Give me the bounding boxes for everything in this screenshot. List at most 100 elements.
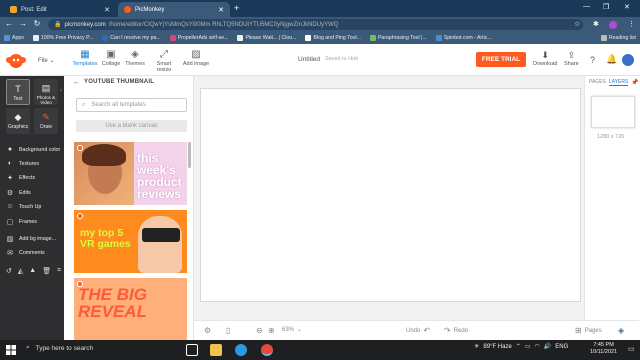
tab-layers[interactable]: LAYERS [609,79,629,86]
photos-video-tool-button[interactable]: ▤ Photos & Video [34,79,58,105]
forward-icon[interactable]: → [17,19,29,28]
nav-themes[interactable]: ◈ Themes [122,49,148,67]
bookmark-item[interactable]: Paraphrasing Tool |... [369,35,427,41]
browser-tab-post-edit[interactable]: Post: Edit ✕ [4,2,116,17]
chrome-icon[interactable] [261,344,273,356]
blank-canvas-button[interactable]: Use a blank canvas [76,120,187,132]
design-canvas[interactable] [200,88,581,302]
layers-stack-icon[interactable]: ◈ [618,326,624,335]
profile-avatar[interactable] [609,21,617,29]
draw-tool-button[interactable]: ✎ Draw [34,108,58,134]
edge-icon[interactable] [235,344,247,356]
delete-icon[interactable]: 🗑 [42,267,51,275]
bookmark-item[interactable]: PropellerAds self-se... [169,35,228,41]
sidebar-item-background-color[interactable]: ● Background color [6,146,60,153]
redo-button[interactable]: ↷ Redo [444,326,468,335]
pages-button[interactable]: ⊞ Pages [575,326,602,335]
nav-templates[interactable]: ▦ Templates [72,49,98,67]
new-tab-icon[interactable]: + [234,3,239,13]
download-button[interactable]: ⬇ Download [533,50,557,67]
rotate-icon[interactable]: ↺ [6,267,12,275]
tab-pages[interactable]: PAGES [589,79,606,85]
free-trial-button[interactable]: FREE TRIAL [476,52,526,67]
flip-icon[interactable]: ◭ [18,267,23,275]
sidebar-item-effects[interactable]: ✦ Effects [6,174,35,182]
file-explorer-icon[interactable] [210,344,222,356]
close-window-icon[interactable]: ✕ [624,3,630,11]
volume-icon[interactable]: 🔊 [544,343,551,350]
file-menu[interactable]: File ⌄ [38,57,54,64]
mobile-preview-icon[interactable]: ▯ [226,326,230,335]
sidebar-item-textures[interactable]: ◐ Textures [6,160,39,167]
account-avatar[interactable] [622,54,634,66]
zoom-out-icon[interactable]: ⊖ [256,326,263,335]
share-button[interactable]: ⇪ Share [564,50,579,67]
bookmark-star-icon[interactable]: ☆ [574,20,580,28]
edits-icon: ⚙ [6,190,14,197]
bookmark-item[interactable]: Can I receive my pa... [102,35,161,41]
minimize-icon[interactable]: — [583,3,590,10]
settings-icon[interactable]: ⚙ [204,326,211,335]
chevron-up-icon[interactable]: ⌃ [516,343,521,350]
zoom-in-icon[interactable]: ⊕ [268,326,275,335]
panel-scrollbar[interactable] [188,142,191,168]
nav-label: Themes [125,61,145,67]
tool-label: Photos & Video [36,95,56,105]
back-icon[interactable]: ← [3,19,15,28]
picmonkey-logo-icon[interactable] [5,51,27,69]
taskbar-clock[interactable]: 7:45 PM 10/11/2021 [590,342,617,356]
sidebar-item-edits[interactable]: ⚙ Edits [6,189,31,197]
help-icon[interactable]: ? [590,55,595,65]
collage-icon: ▣ [106,49,116,60]
zoom-level[interactable]: 63% ⌄ [282,326,302,334]
draw-icon: ✎ [42,112,50,122]
weather-text[interactable]: 89°F Haze [483,344,511,350]
extensions-icon[interactable]: ✱ [593,20,599,28]
page-thumbnail[interactable] [591,96,635,128]
undo-button[interactable]: Undo ↶ [406,326,430,335]
maximize-icon[interactable]: ❐ [603,3,609,11]
collapse-panel-icon[interactable]: ‹ [60,88,62,94]
crop-icon[interactable]: ⌗ [57,267,61,275]
notification-center-icon[interactable]: ▭ [628,345,635,353]
close-tab-icon[interactable]: ✕ [218,6,224,14]
text-tool-button[interactable]: T Text [6,79,30,105]
bookmark-item[interactable]: Blog and Ping Tool... [305,35,361,41]
notifications-icon[interactable]: 🔔 [606,54,617,65]
windows-start-icon[interactable] [6,345,16,355]
document-title[interactable]: Untitled [298,56,320,63]
bookmark-item[interactable]: Apps [4,35,24,41]
nav-add-image[interactable]: ▨ Add image [181,49,211,67]
bookmark-item[interactable]: Spinbot.com - Artic... [435,35,492,41]
pin-icon[interactable]: 📌 [631,79,638,86]
graphics-icon: ◆ [14,112,22,122]
graphics-tool-button[interactable]: ◆ Graphics [6,108,30,134]
back-arrow-icon[interactable]: ← [73,79,80,86]
task-view-icon[interactable] [186,344,198,356]
reload-icon[interactable]: ↻ [31,19,43,28]
language-indicator[interactable]: ENG [555,344,568,350]
browser-menu-icon[interactable]: ⋮ [628,20,635,28]
url-input[interactable]: 🔒 picmonkey.com/home/editor/CIQwYjYsMmQs… [48,19,583,30]
template-thumbnail[interactable]: this week's product reviews [74,142,187,205]
template-thumbnail[interactable]: my top 5 VR games [74,210,187,273]
bookmark-item[interactable]: Please Wait... | Clou... [237,35,296,41]
sidebar-item-touch-up[interactable]: ☺ Touch Up [6,203,41,210]
nav-collage[interactable]: ▣ Collage [98,49,124,67]
network-icon[interactable]: ◠ [535,343,540,350]
add-image-icon: ▨ [191,49,201,60]
weather-icon[interactable]: ☀ [474,343,479,350]
template-search-input[interactable]: ⌕ Search all templates [76,98,187,112]
battery-icon[interactable]: ▭ [525,343,531,350]
browser-tab-picmonkey[interactable]: PicMonkey ✕ [118,2,230,17]
taskbar-search-input[interactable]: ⌕ Type here to search [26,344,93,352]
template-thumbnail[interactable]: THE BIG REVEAL [74,278,187,340]
reading-list[interactable]: Reading list [600,35,636,41]
sidebar-item-add-bg-image[interactable]: ▨ Add bg image... [6,235,56,243]
nav-smart-resize[interactable]: ⤢ Smart resize [149,49,179,73]
align-icon[interactable]: ▲ [29,267,36,275]
close-tab-icon[interactable]: ✕ [104,6,110,14]
sidebar-item-frames[interactable]: ▢ Frames [6,218,37,226]
bookmark-item[interactable]: 100% Free Privacy P... [32,35,93,41]
sidebar-item-comments[interactable]: ✉ Comments [6,249,45,257]
